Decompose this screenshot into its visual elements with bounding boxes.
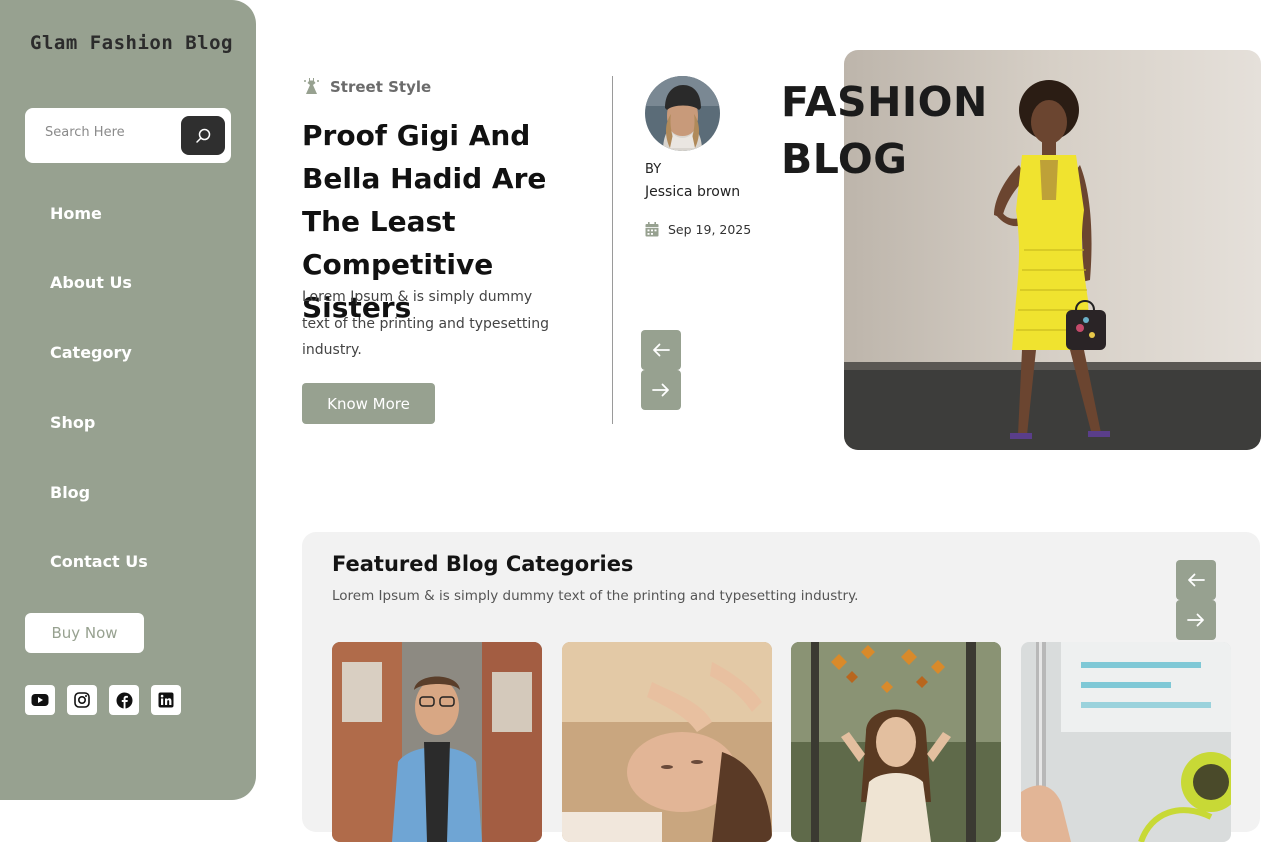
post-category-label: Street Style bbox=[330, 77, 432, 96]
arrow-left-icon bbox=[1188, 573, 1205, 587]
hero-next-button[interactable] bbox=[641, 370, 681, 410]
nav-contact-us[interactable]: Contact Us bbox=[50, 552, 148, 571]
category-card-1[interactable] bbox=[332, 642, 542, 842]
nav-category[interactable]: Category bbox=[50, 343, 132, 362]
by-label: BY bbox=[645, 162, 662, 177]
fashion-blog-heading: FASHION BLOG bbox=[781, 74, 988, 188]
featured-title: Featured Blog Categories bbox=[332, 552, 634, 576]
instagram-link[interactable] bbox=[67, 685, 97, 715]
buy-now-button[interactable]: Buy Now bbox=[25, 613, 144, 653]
hero-prev-button[interactable] bbox=[641, 330, 681, 370]
post-category-tag[interactable]: Street Style bbox=[302, 77, 431, 96]
post-date-text: Sep 19, 2025 bbox=[668, 222, 752, 237]
nav-blog[interactable]: Blog bbox=[50, 483, 90, 502]
arrow-right-icon bbox=[652, 383, 669, 397]
heading-line-1: FASHION bbox=[781, 78, 988, 126]
featured-categories-section: Featured Blog Categories Lorem Ipsum & i… bbox=[302, 532, 1260, 842]
site-logo[interactable]: Glam Fashion Blog bbox=[30, 32, 233, 54]
arrow-left-icon bbox=[653, 343, 670, 357]
nav-about-us[interactable]: About Us bbox=[50, 273, 132, 292]
featured-prev-button[interactable] bbox=[1176, 560, 1216, 600]
featured-description: Lorem Ipsum & is simply dummy text of th… bbox=[332, 588, 859, 604]
divider bbox=[612, 76, 613, 424]
calendar-icon bbox=[645, 222, 659, 237]
arrow-right-icon bbox=[1187, 613, 1204, 627]
search-icon bbox=[196, 128, 211, 143]
category-card-4[interactable] bbox=[1021, 642, 1231, 842]
nav-home[interactable]: Home bbox=[50, 204, 102, 223]
instagram-icon bbox=[74, 692, 90, 708]
featured-next-button[interactable] bbox=[1176, 600, 1216, 640]
sidebar: Glam Fashion Blog Home About Us Category… bbox=[0, 0, 256, 800]
facebook-link[interactable] bbox=[109, 685, 139, 715]
search-button[interactable] bbox=[181, 116, 225, 155]
search-input[interactable] bbox=[45, 125, 185, 140]
know-more-button[interactable]: Know More bbox=[302, 383, 435, 424]
dress-icon bbox=[304, 78, 319, 94]
post-date: Sep 19, 2025 bbox=[645, 222, 751, 237]
nav-shop[interactable]: Shop bbox=[50, 413, 95, 432]
youtube-icon bbox=[31, 694, 49, 706]
category-card-2[interactable] bbox=[562, 642, 772, 842]
category-card-3[interactable] bbox=[791, 642, 1001, 842]
facebook-icon bbox=[116, 692, 132, 709]
post-excerpt: Lorem Ipsum & is simply dummy text of th… bbox=[302, 289, 550, 358]
author-name[interactable]: Jessica brown bbox=[645, 184, 740, 200]
search-box bbox=[25, 108, 231, 163]
linkedin-icon bbox=[158, 692, 174, 708]
heading-line-2: BLOG bbox=[781, 135, 908, 183]
linkedin-link[interactable] bbox=[151, 685, 181, 715]
youtube-link[interactable] bbox=[25, 685, 55, 715]
author-avatar bbox=[645, 76, 720, 151]
